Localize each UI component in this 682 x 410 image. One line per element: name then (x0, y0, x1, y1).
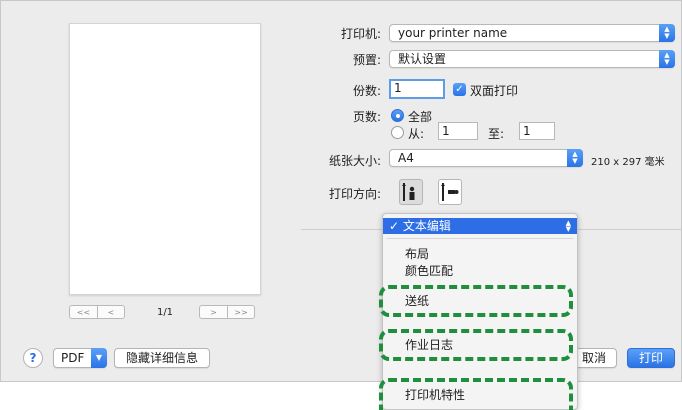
previous-page-button[interactable]: < (97, 305, 125, 319)
pager-forward-group: > >> (199, 305, 255, 319)
menu-item-layout[interactable]: 布局 (383, 246, 577, 262)
highlight-job-log (379, 329, 573, 361)
copies-label: 份数: (352, 84, 381, 98)
printer-value: your printer name (398, 26, 508, 40)
chevron-updown-icon: ▲ ▼ (567, 149, 583, 167)
pages-from-label: 从: (408, 127, 425, 141)
menu-separator (387, 238, 573, 239)
pages-from-field[interactable]: 1 (438, 122, 478, 140)
print-button[interactable]: 打印 (627, 348, 675, 368)
portrait-icon (402, 183, 415, 201)
printer-label: 打印机: (340, 27, 381, 41)
copies-field[interactable]: 1 (389, 79, 445, 99)
printer-select[interactable]: your printer name ▲ ▼ (389, 24, 675, 42)
paper-size-select[interactable]: A4 ▲ ▼ (389, 149, 583, 167)
pages-to-field[interactable]: 1 (519, 122, 555, 140)
pdf-label: PDF (61, 351, 85, 365)
chevron-updown-icon: ▲ ▼ (659, 50, 675, 68)
hide-details-button[interactable]: 隐藏详细信息 (114, 348, 210, 368)
pages-to-label: 至: (488, 127, 505, 141)
background-strip (0, 382, 682, 410)
presets-value: 默认设置 (398, 52, 447, 66)
presets-label: 预置: (352, 53, 381, 67)
pages-label: 页数: (352, 110, 381, 124)
two-sided-checkbox[interactable]: ✓ (453, 83, 466, 96)
highlight-paper-feed (379, 285, 573, 317)
chevron-updown-icon: ▲ ▼ (659, 24, 675, 42)
presets-select[interactable]: 默认设置 ▲ ▼ (389, 50, 675, 68)
print-dialog: << < 1/1 > >> 打印机: your printer name ▲ ▼ … (0, 0, 682, 382)
pdf-menu-button[interactable]: PDF ▼ (53, 348, 107, 368)
highlight-printer-features (379, 378, 573, 410)
chevron-down-icon: ▼ (91, 348, 107, 368)
page-count: 1/1 (156, 307, 174, 318)
landscape-button[interactable] (438, 179, 462, 205)
orientation-label: 打印方向: (328, 187, 381, 201)
paper-dimensions: 210 x 297 毫米 (591, 157, 665, 168)
pages-all-radio[interactable] (391, 109, 404, 122)
landscape-icon (441, 183, 459, 201)
pages-all-label: 全部 (408, 110, 433, 124)
next-page-button[interactable]: > (199, 305, 227, 319)
last-page-button[interactable]: >> (227, 305, 255, 319)
pager-back-group: << < (69, 305, 125, 319)
menu-item-text-edit[interactable]: ✓ 文本编辑 (383, 218, 577, 234)
page-preview (69, 23, 261, 295)
paper-size-value: A4 (398, 151, 414, 165)
help-button[interactable]: ? (23, 348, 43, 368)
paper-size-label: 纸张大小: (328, 154, 381, 168)
menu-item-color-matching[interactable]: 颜色匹配 (383, 263, 577, 279)
first-page-button[interactable]: << (69, 305, 97, 319)
portrait-button[interactable] (399, 179, 423, 205)
two-sided-label: 双面打印 (470, 84, 519, 98)
pages-range-radio[interactable] (391, 126, 404, 139)
chevron-updown-icon: ▲ ▼ (565, 219, 571, 233)
